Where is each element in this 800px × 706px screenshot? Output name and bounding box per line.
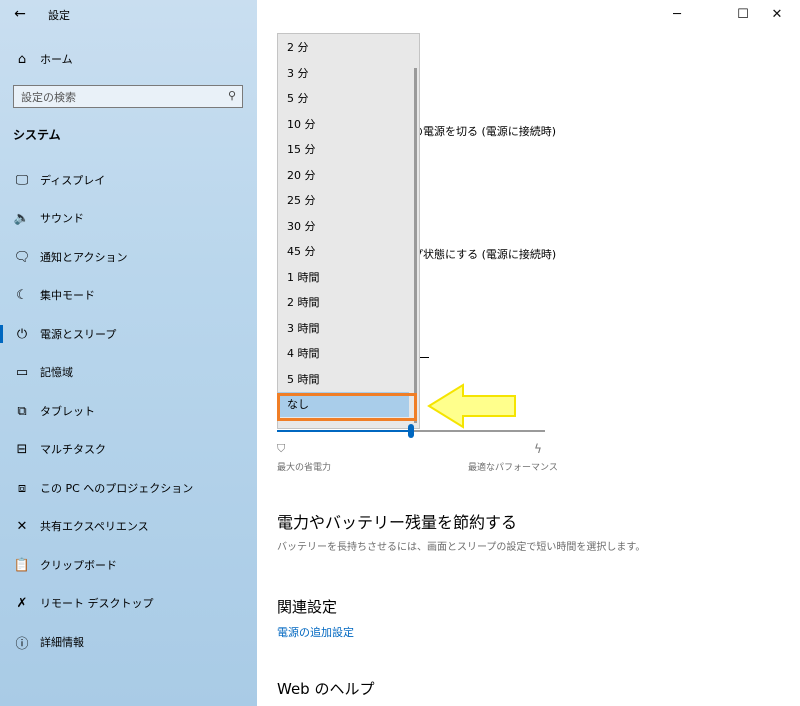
sidebar-item-label: リモート デスクトップ <box>40 597 154 610</box>
dropdown-option[interactable]: 2 分 <box>278 35 409 60</box>
partial-underline <box>420 357 429 358</box>
dropdown-option[interactable]: 2 時間 <box>278 290 409 315</box>
dropdown-option[interactable]: 3 分 <box>278 61 409 86</box>
web-help-heading: Web のヘルプ <box>277 680 375 698</box>
dropdown-option[interactable]: 30 分 <box>278 214 409 239</box>
projecting-icon: ⧈ <box>17 480 27 496</box>
clipboard-icon: 📋 <box>13 557 31 573</box>
sidebar-item-about[interactable]: ⓘ 詳細情報 <box>0 625 257 659</box>
sidebar-item-label: 詳細情報 <box>40 636 84 649</box>
about-icon: ⓘ <box>15 636 29 652</box>
sidebar-item-multitasking[interactable]: ⊟ マルチタスク <box>0 432 257 466</box>
performance-icon: ϟ <box>534 442 542 456</box>
slider-left-label: 最大の省電力 <box>277 463 332 473</box>
power-slider-thumb[interactable] <box>408 424 414 438</box>
minimize-button[interactable]: ─ <box>654 0 700 30</box>
sidebar-item-label: マルチタスク <box>40 443 106 456</box>
sidebar-item-tablet[interactable]: ⧉ タブレット <box>0 394 257 428</box>
sidebar-item-label: 電源とスリープ <box>40 328 117 341</box>
home-icon: ⌂ <box>17 51 27 67</box>
close-button[interactable]: ✕ <box>754 0 800 30</box>
dropdown-option[interactable]: 4 時間 <box>278 341 409 366</box>
dropdown-option[interactable]: 5 時間 <box>278 367 409 392</box>
pointer-arrow-icon <box>427 383 516 429</box>
sidebar-item-label: サウンド <box>40 212 84 225</box>
dropdown-option[interactable]: 3 時間 <box>278 316 409 341</box>
sidebar-item-label: 通知とアクション <box>40 251 128 264</box>
back-arrow-icon[interactable]: ← <box>10 4 30 24</box>
dropdown-option[interactable]: 5 分 <box>278 86 409 111</box>
dropdown-option[interactable]: 20 分 <box>278 163 409 188</box>
sidebar-item-sound[interactable]: 🔈 サウンド <box>0 201 257 235</box>
sidebar-item-label: この PC へのプロジェクション <box>40 482 194 495</box>
multitasking-icon: ⊟ <box>16 441 28 457</box>
sidebar-item-label: ディスプレイ <box>40 174 106 187</box>
search-box[interactable]: ⚲ <box>13 85 243 108</box>
sidebar-item-notification[interactable]: 🗨 通知とアクション <box>0 240 257 274</box>
sidebar-item-label: 記憶域 <box>40 366 73 379</box>
sound-icon: 🔈 <box>13 210 31 226</box>
related-settings-heading: 関連設定 <box>277 598 338 616</box>
storage-icon: ▭ <box>15 364 29 380</box>
highlight-box <box>277 393 417 421</box>
sidebar-item-label: ホーム <box>40 53 73 66</box>
search-input[interactable] <box>14 87 214 108</box>
search-icon[interactable]: ⚲ <box>228 89 236 102</box>
sleep-label: プ状態にする (電源に接続時) <box>412 248 557 261</box>
dropdown-option[interactable]: 1 時間 <box>278 265 409 290</box>
sidebar-item-display[interactable]: 🖵 ディスプレイ <box>0 163 257 197</box>
dropdown-option[interactable]: 15 分 <box>278 137 409 162</box>
notification-icon: 🗨 <box>13 249 31 265</box>
sidebar-item-projecting[interactable]: ⧈ この PC へのプロジェクション <box>0 471 257 505</box>
sidebar-item-label: タブレット <box>40 405 95 418</box>
sidebar-item-power[interactable]: ⏻ 電源とスリープ <box>0 317 257 351</box>
sidebar-item-clipboard[interactable]: 📋 クリップボード <box>0 548 257 582</box>
sidebar-item-remote-desktop[interactable]: ✗ リモート デスクトップ <box>0 586 257 620</box>
sidebar: ← 設定 ⌂ ホーム ⚲ システム 🖵 ディスプレイ 🔈 サウンド 🗨 通知とアクション ☾… <box>0 0 257 706</box>
dropdown-option[interactable]: 25 分 <box>278 188 409 213</box>
sidebar-item-shared-experiences[interactable]: ✕ 共有エクスペリエンス <box>0 509 257 543</box>
slider-right-label: 最適なパフォーマンス <box>468 463 558 473</box>
sidebar-item-storage[interactable]: ▭ 記憶域 <box>0 355 257 389</box>
dropdown-scrollbar[interactable] <box>414 68 417 423</box>
screen-off-label: の電源を切る (電源に接続時) <box>412 125 557 138</box>
power-icon: ⏻ <box>16 326 28 342</box>
sidebar-item-label: クリップボード <box>40 559 117 572</box>
power-slider-fill <box>277 430 411 432</box>
sidebar-item-focus-assist[interactable]: ☾ 集中モード <box>0 278 257 312</box>
tablet-icon: ⧉ <box>17 403 27 419</box>
save-power-heading: 電力やバッテリー残量を節約する <box>277 513 518 532</box>
sidebar-item-label: 共有エクスペリエンス <box>40 520 149 533</box>
app-title: 設定 <box>48 9 70 22</box>
display-icon: 🖵 <box>15 172 29 188</box>
dropdown-option[interactable]: 10 分 <box>278 112 409 137</box>
additional-power-settings-link[interactable]: 電源の追加設定 <box>277 624 354 640</box>
remote-desktop-icon: ✗ <box>16 595 28 611</box>
section-title: システム <box>13 128 61 142</box>
save-power-description: バッテリーを長持ちさせるには、画面とスリープの設定で短い時間を選択します。 <box>277 542 646 553</box>
dropdown-option[interactable]: 45 分 <box>278 239 409 264</box>
shared-experiences-icon: ✕ <box>16 518 28 534</box>
battery-saver-icon: ⛉ <box>277 442 286 455</box>
timeout-dropdown-list[interactable]: 2 分3 分5 分 10 分 15 分 20 分 25 分 30 分 45 分1 時間 2 時… <box>277 33 420 429</box>
focus-assist-icon: ☾ <box>16 287 28 303</box>
sidebar-item-home[interactable]: ⌂ ホーム <box>0 42 257 76</box>
sidebar-item-label: 集中モード <box>40 289 95 302</box>
